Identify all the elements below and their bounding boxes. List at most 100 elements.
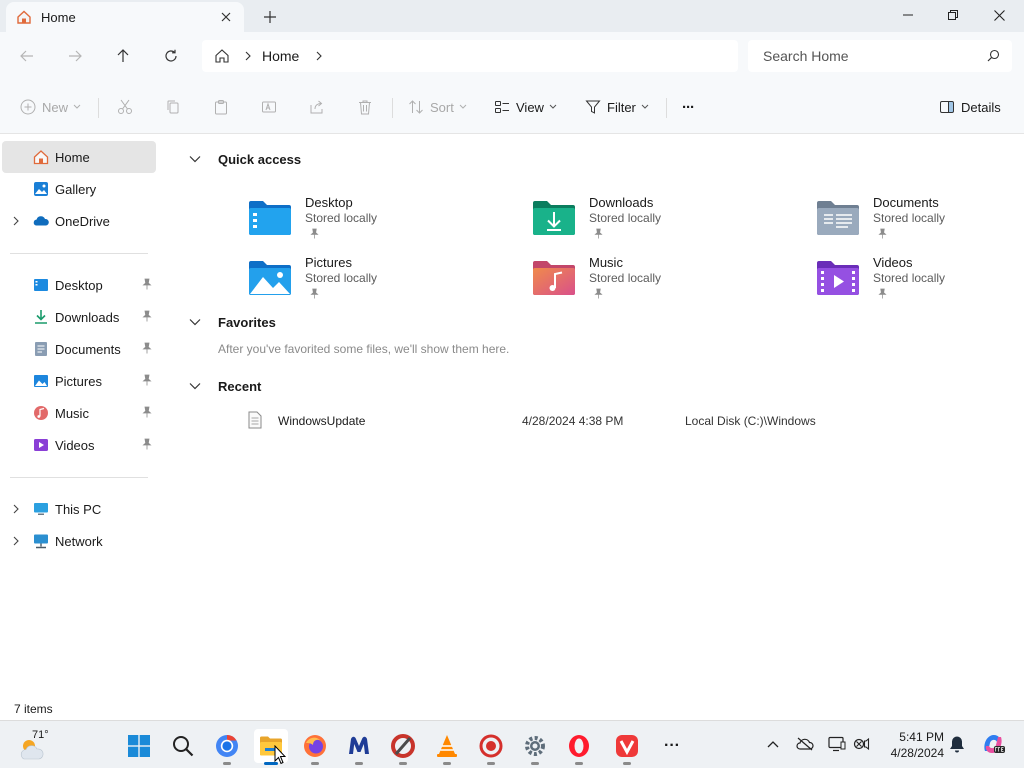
sidebar-item-videos[interactable]: Videos: [2, 429, 156, 461]
taskbar-app-ccleaner[interactable]: [386, 729, 420, 765]
chevron-down-icon: [189, 383, 201, 390]
sidebar-item-onedrive[interactable]: OneDrive: [2, 205, 156, 237]
pin-icon[interactable]: [142, 374, 152, 386]
search-box[interactable]: [748, 40, 1012, 72]
taskbar-search-button[interactable]: [166, 729, 200, 763]
taskbar-app-malwarebytes[interactable]: [342, 729, 376, 765]
running-indicator: [575, 762, 583, 765]
search-input[interactable]: [763, 48, 973, 64]
sidebar-item-label: Desktop: [55, 278, 103, 293]
taskbar-app-vivaldi[interactable]: [610, 729, 644, 765]
tab-home[interactable]: Home: [6, 2, 244, 32]
show-hidden-icons-button[interactable]: [762, 733, 784, 755]
share-button[interactable]: [309, 95, 325, 119]
quick-access-title: Quick access: [218, 151, 302, 167]
running-indicator: [399, 762, 407, 765]
new-tab-button[interactable]: [260, 8, 280, 26]
new-button[interactable]: New: [20, 95, 81, 119]
recent-header[interactable]: Recent: [188, 376, 261, 396]
rename-button[interactable]: [261, 95, 277, 119]
copy-button[interactable]: [165, 95, 181, 119]
sort-icon: [409, 100, 423, 114]
ccleaner-icon: [391, 734, 415, 758]
favorites-header[interactable]: Favorites: [188, 312, 276, 332]
chevron-right-icon[interactable]: [315, 51, 323, 61]
taskbar-app-settings[interactable]: [518, 729, 552, 765]
copilot-icon: [984, 734, 1005, 754]
taskbar-app-backup[interactable]: [474, 729, 508, 765]
copilot-button[interactable]: [980, 731, 1006, 757]
sidebar-item-network[interactable]: Network: [2, 525, 156, 557]
quick-access-pictures[interactable]: Pictures Stored locally: [248, 253, 508, 307]
sidebar-item-music[interactable]: Music: [2, 397, 156, 429]
cut-button[interactable]: [117, 95, 133, 119]
sidebar-item-this-pc[interactable]: This PC: [2, 493, 156, 525]
home-icon: [33, 150, 49, 165]
quick-access-music[interactable]: Music Stored locally: [532, 253, 792, 307]
pin-icon[interactable]: [142, 438, 152, 450]
quick-access-desktop[interactable]: Desktop Stored locally: [248, 193, 508, 247]
address-bar[interactable]: Home: [202, 40, 738, 72]
tray-onedrive-offline[interactable]: [794, 733, 816, 755]
clock[interactable]: 5:41 PM 4/28/2024: [882, 729, 944, 761]
close-window-button[interactable]: [976, 0, 1022, 30]
gear-icon: [525, 736, 545, 756]
quick-access-documents[interactable]: Documents Stored locally: [816, 193, 1024, 247]
quick-access-videos[interactable]: Videos Stored locally: [816, 253, 1024, 307]
up-button[interactable]: [111, 44, 135, 68]
sidebar-item-pictures[interactable]: Pictures: [2, 365, 156, 397]
pin-icon[interactable]: [142, 342, 152, 354]
paste-icon: [215, 100, 227, 115]
recent-file-date: 4/28/2024 4:38 PM: [522, 414, 624, 428]
pin-icon[interactable]: [142, 310, 152, 322]
restore-icon: [948, 10, 958, 20]
paste-button[interactable]: [213, 95, 229, 119]
item-status: Stored locally: [589, 271, 662, 285]
favorites-title: Favorites: [218, 314, 276, 330]
taskbar-more-apps-button[interactable]: ···: [655, 729, 689, 763]
sidebar-item-gallery[interactable]: Gallery: [2, 173, 156, 205]
sidebar-item-home[interactable]: Home: [2, 141, 156, 173]
view-button[interactable]: View: [494, 95, 557, 119]
taskbar-app-opera[interactable]: [562, 729, 596, 765]
pin-icon[interactable]: [142, 406, 152, 418]
details-button[interactable]: Details: [939, 95, 1001, 119]
quick-access-downloads[interactable]: Downloads Stored locally: [532, 193, 792, 247]
sort-button[interactable]: Sort: [408, 95, 467, 119]
refresh-button[interactable]: [159, 44, 183, 68]
chevron-right-icon[interactable]: [11, 215, 21, 227]
pin-icon[interactable]: [142, 278, 152, 290]
taskbar: 71° ··· 5:41 PM 4/28/2024: [0, 720, 1024, 768]
sidebar-item-desktop[interactable]: Desktop: [2, 269, 156, 301]
title-bar: Home: [0, 0, 1024, 32]
quick-access-header[interactable]: Quick access: [188, 149, 301, 169]
view-list-icon: [495, 101, 509, 113]
restore-button[interactable]: [930, 0, 976, 30]
sidebar-item-documents[interactable]: Documents: [2, 333, 156, 365]
chevron-right-icon[interactable]: [11, 535, 21, 547]
gallery-icon: [34, 182, 48, 196]
see-more-button[interactable]: ···: [682, 95, 695, 119]
chevron-down-icon: [459, 104, 467, 109]
tray-display[interactable]: [826, 733, 848, 755]
taskbar-app-vlc[interactable]: [430, 729, 464, 765]
scissors-icon: [118, 99, 132, 114]
sort-label: Sort: [430, 99, 454, 115]
tray-network-volume[interactable]: [852, 733, 874, 755]
music-folder-icon: [533, 261, 575, 295]
start-button[interactable]: [122, 729, 156, 763]
minimize-button[interactable]: [885, 0, 931, 30]
taskbar-app-chrome[interactable]: [210, 729, 244, 765]
breadcrumb-home[interactable]: Home: [262, 48, 299, 64]
back-button[interactable]: [15, 44, 39, 68]
recent-file-row[interactable]: WindowsUpdate 4/28/2024 4:38 PM Local Di…: [246, 409, 946, 433]
weather-widget[interactable]: 71°: [18, 729, 58, 761]
chevron-right-icon[interactable]: [11, 503, 21, 515]
close-tab-button[interactable]: [218, 9, 234, 25]
notifications-button[interactable]: [946, 733, 968, 755]
delete-button[interactable]: [357, 95, 373, 119]
forward-button[interactable]: [63, 44, 87, 68]
taskbar-app-firefox[interactable]: [298, 729, 332, 765]
filter-button[interactable]: Filter: [585, 95, 649, 119]
sidebar-item-downloads[interactable]: Downloads: [2, 301, 156, 333]
